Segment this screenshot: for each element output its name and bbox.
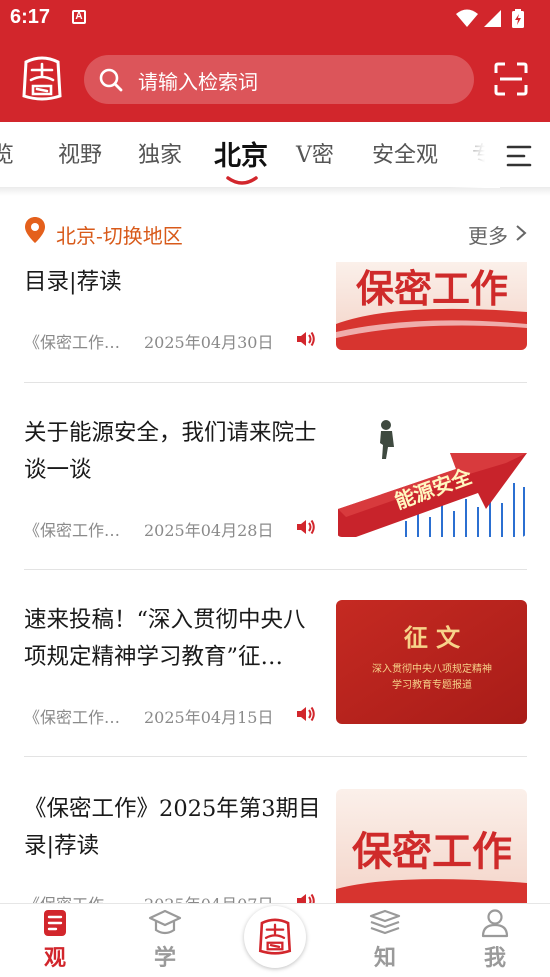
status-time: 6:17: [10, 6, 51, 28]
wifi-icon: [456, 9, 478, 27]
article-thumbnail[interactable]: 征 文 深入贯彻中央八项规定精神 学习教育专题报道: [336, 600, 527, 724]
article-meta: 《保密工作… 2025年04月07日: [24, 891, 273, 903]
speaker-icon[interactable]: [296, 706, 316, 722]
divider: [24, 382, 527, 383]
search-input[interactable]: 请输入检索词: [138, 66, 258, 95]
chevron-right-icon[interactable]: [515, 224, 527, 242]
notification-icon: A: [72, 10, 86, 24]
nav-item-me[interactable]: 我: [440, 904, 550, 977]
list-item[interactable]: 《保密工作》2025年第3期目录|荐读 《保密工作… 2025年04月07日 保…: [0, 789, 550, 903]
tab-security-view[interactable]: 安全观: [372, 137, 438, 169]
article-date: 2025年04月07日: [144, 891, 273, 903]
article-date: 2025年04月30日: [144, 333, 274, 352]
article-source: 《保密工作…: [24, 708, 121, 727]
article-thumbnail[interactable]: 能源安全: [336, 413, 527, 537]
article-source: 《保密工作…: [24, 521, 121, 540]
region-row: 北京-切换地区 更多: [0, 206, 550, 262]
books-icon: [369, 909, 401, 935]
divider: [24, 756, 527, 757]
nav-label: 知: [373, 945, 396, 971]
article-meta: 《保密工作… 2025年04月15日: [24, 704, 273, 728]
location-pin-icon: [25, 217, 45, 243]
user-icon: [481, 909, 509, 938]
article-title[interactable]: 关于能源安全，我们请来院士谈一谈: [24, 415, 324, 489]
signal-icon: [484, 10, 501, 27]
nav-item-learn[interactable]: 学: [110, 904, 220, 977]
thumb-subtitle-1: 深入贯彻中央八项规定精神: [372, 662, 492, 675]
active-tab-indicator: [226, 176, 258, 185]
status-bar: 6:17 A: [0, 0, 550, 36]
article-source: 《保密工作…: [24, 891, 134, 903]
scan-icon[interactable]: [494, 62, 528, 96]
app-header: 6:17 A 请输入检索词: [0, 0, 550, 122]
nav-label: 学: [153, 945, 176, 971]
banner-text: 保密工作: [352, 828, 512, 875]
list-item[interactable]: 速来投稿！“深入贯彻中央八项规定精神学习教育”征… 《保密工作… 2025年04…: [0, 600, 550, 740]
graduation-cap-icon: [148, 909, 182, 935]
tab-v-secret[interactable]: V密: [296, 137, 334, 169]
article-thumbnail[interactable]: 保密工作: [336, 262, 527, 350]
search-icon: [99, 68, 123, 92]
document-icon: [44, 910, 66, 936]
more-link[interactable]: 更多: [468, 220, 508, 249]
nav-label: 我: [483, 945, 506, 971]
article-thumbnail[interactable]: 保密工作: [336, 789, 527, 903]
thumb-subtitle-2: 学习教育专题报道: [392, 678, 472, 691]
tab-vision[interactable]: 视野: [58, 137, 102, 169]
banner-text: 保密工作: [356, 266, 508, 311]
seal-logo-icon: [258, 918, 292, 955]
status-icons: [456, 9, 524, 28]
menu-icon[interactable]: [506, 143, 532, 169]
article-title[interactable]: 《保密工作》2025年第3期目录|荐读: [24, 791, 324, 865]
article-meta: 《保密工作… 2025年04月30日: [24, 329, 273, 353]
article-date: 2025年04月15日: [144, 708, 274, 727]
article-date: 2025年04月28日: [144, 521, 274, 540]
list-item[interactable]: 目录|荐读 《保密工作… 2025年04月30日 保密工作: [0, 262, 550, 382]
speaker-icon[interactable]: [296, 893, 316, 903]
seal-logo[interactable]: [20, 56, 64, 102]
tab-overview[interactable]: 览: [0, 137, 14, 169]
article-title[interactable]: 目录|荐读: [24, 264, 324, 301]
divider: [24, 569, 527, 570]
speaker-icon[interactable]: [296, 519, 316, 535]
battery-icon: [512, 9, 524, 28]
nav-label: 观: [43, 945, 66, 971]
nav-item-home-logo[interactable]: [244, 906, 306, 968]
tab-exclusive[interactable]: 独家: [138, 137, 182, 169]
tabs-shadow: [0, 188, 550, 196]
article-title[interactable]: 速来投稿！“深入贯彻中央八项规定精神学习教育”征…: [24, 602, 324, 676]
article-meta: 《保密工作… 2025年04月28日: [24, 517, 273, 541]
switch-region-link[interactable]: 北京-切换地区: [56, 220, 183, 249]
list-item[interactable]: 关于能源安全，我们请来院士谈一谈 《保密工作… 2025年04月28日 能源安全: [0, 413, 550, 553]
speaker-icon[interactable]: [296, 331, 316, 347]
thumb-title: 征 文: [404, 624, 461, 652]
search-bar[interactable]: 请输入检索词: [84, 55, 474, 104]
tab-beijing[interactable]: 北京: [214, 134, 268, 173]
nav-item-view[interactable]: 观: [0, 904, 110, 977]
article-source: 《保密工作…: [24, 333, 121, 352]
nav-item-knowledge[interactable]: 知: [330, 904, 440, 977]
tabs-fade: [450, 122, 500, 188]
